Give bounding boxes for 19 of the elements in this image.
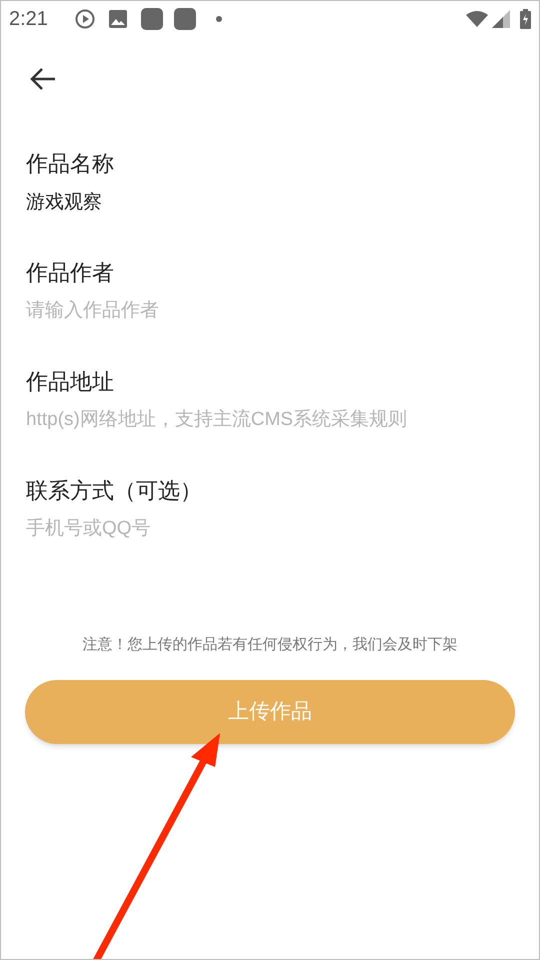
notice-text: 注意！您上传的作品若有任何侵权行为，我们会及时下架 [82,635,458,655]
field-label: 联系方式（可选） [26,477,203,505]
field-label: 作品作者 [26,259,115,287]
wifi-icon [466,11,488,27]
battery-icon [520,9,531,29]
back-icon [29,67,57,91]
play-icon [75,9,95,29]
signal-icon [492,10,510,28]
status-time: 2:21 [9,7,49,32]
app-icon [174,8,196,30]
input-field[interactable]: 游戏观察 [26,185,514,219]
input-field[interactable]: 手机号或QQ号 [26,512,514,546]
dot-icon [216,16,222,22]
field-label: 作品地址 [26,368,115,396]
input-field[interactable]: http(s)网络地址，支持主流CMS系统采集规则 [26,403,514,437]
app-icon [141,8,163,30]
input-field[interactable]: 请输入作品作者 [26,294,514,328]
field-label: 作品名称 [26,150,115,178]
image-icon [109,10,127,28]
